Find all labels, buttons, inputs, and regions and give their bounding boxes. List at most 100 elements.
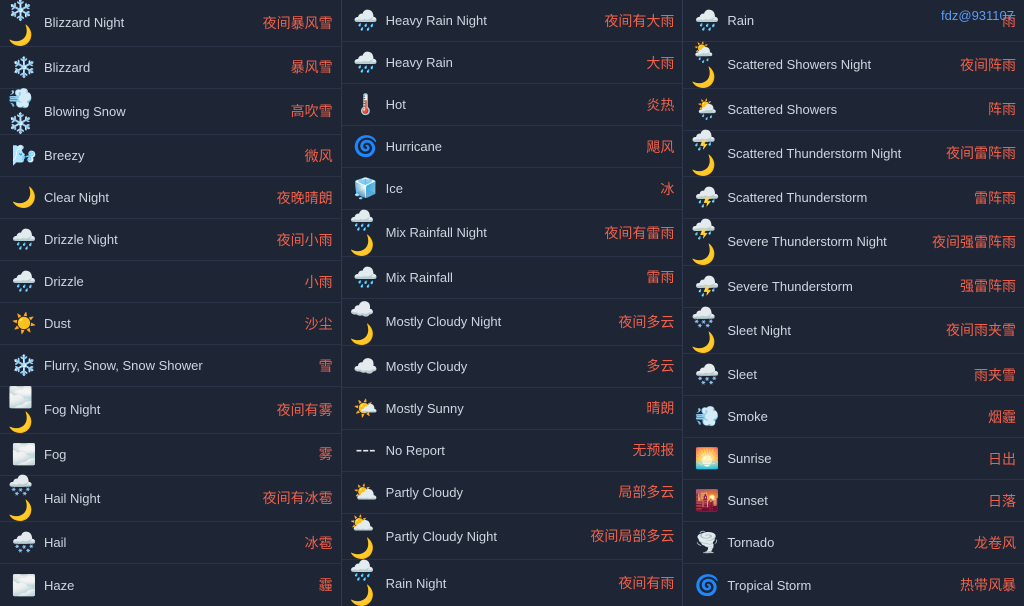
weather-chinese: 夜间雷阵雨 [938, 143, 1016, 163]
weather-icon: 💨 [691, 404, 723, 429]
weather-icon: ☁️ [350, 354, 382, 379]
weather-icon: 🌡️ [350, 92, 382, 117]
weather-icon: 🌤️ [350, 396, 382, 421]
weather-chinese: 雷阵雨 [966, 188, 1016, 208]
weather-item: 🌙Clear Night夜晚晴朗 [0, 177, 341, 219]
weather-chinese: 高吹雪 [283, 101, 333, 121]
weather-icon: 🌧️ [350, 8, 382, 33]
weather-item: 🌨️Sleet雨夹雪 [683, 354, 1024, 396]
weather-name: Heavy Rain [382, 55, 639, 70]
weather-chinese: 雪 [311, 356, 333, 376]
weather-icon: 🧊 [350, 176, 382, 201]
weather-icon: 🌀 [691, 573, 723, 598]
weather-item: 🌀Tropical Storm热带风暴 [683, 564, 1024, 606]
weather-item: ---No Report无预报 [342, 430, 683, 472]
weather-item: ☁️Mostly Cloudy多云 [342, 346, 683, 388]
weather-name: Scattered Showers [723, 102, 980, 117]
weather-chinese: 龙卷风 [966, 533, 1016, 553]
weather-chinese: 阵雨 [980, 99, 1016, 119]
weather-name: Scattered Thunderstorm [723, 190, 966, 205]
weather-item: 🌨️Hail冰雹 [0, 522, 341, 564]
weather-icon: 🌙 [8, 185, 40, 210]
weather-item: ☀️Dust沙尘 [0, 303, 341, 345]
weather-item: 🧊Ice冰 [342, 168, 683, 210]
weather-item: 🌫️Haze霾 [0, 564, 341, 606]
weather-name: Tornado [723, 535, 966, 550]
weather-chinese: 热带风暴 [952, 575, 1016, 595]
weather-icon: ☀️ [8, 311, 40, 336]
weather-name: Blizzard [40, 60, 283, 75]
weather-item: ⛅🌙Partly Cloudy Night夜间局部多云 [342, 514, 683, 561]
weather-chinese: 暴风雪 [283, 57, 333, 77]
weather-icon: ⛅🌙 [350, 511, 382, 561]
weather-name: Tropical Storm [723, 578, 952, 593]
weather-chinese: 夜间阵雨 [952, 55, 1016, 75]
weather-chinese: 无预报 [624, 440, 674, 460]
weather-chinese: 晴朗 [638, 398, 674, 418]
weather-name: Flurry, Snow, Snow Shower [40, 358, 311, 373]
column-1: 🌧️Heavy Rain Night夜间有大雨🌧️Heavy Rain大雨🌡️H… [342, 0, 684, 606]
weather-chinese: 飓风 [638, 137, 674, 157]
weather-item: ⛅Partly Cloudy局部多云 [342, 472, 683, 514]
weather-icon: --- [350, 439, 382, 462]
weather-chinese: 小雨 [297, 272, 333, 292]
weather-icon: ☁️🌙 [350, 297, 382, 347]
weather-chinese: 夜间多云 [610, 312, 674, 332]
weather-chinese: 夜间雨夹雪 [938, 320, 1016, 340]
weather-icon: 💨❄️ [8, 86, 40, 136]
weather-icon: ❄️ [8, 353, 40, 378]
weather-name: Clear Night [40, 190, 269, 205]
weather-chinese: 强雷阵雨 [952, 276, 1016, 296]
weather-item: 🌪️Tornado龙卷风 [683, 522, 1024, 564]
weather-name: Sleet [723, 367, 966, 382]
weather-chinese: 冰雹 [297, 533, 333, 553]
weather-name: Mostly Cloudy Night [382, 314, 611, 329]
weather-name: Severe Thunderstorm Night [723, 234, 924, 249]
weather-name: Rain Night [382, 576, 611, 591]
weather-chinese: 微风 [297, 146, 333, 166]
weather-item: ⛈️Scattered Thunderstorm雷阵雨 [683, 177, 1024, 219]
weather-chinese: 夜晚晴朗 [269, 188, 333, 208]
weather-item: 🌦️Scattered Showers阵雨 [683, 89, 1024, 131]
weather-item: 🌦️🌙Scattered Showers Night夜间阵雨 [683, 42, 1024, 89]
weather-chinese: 夜间有雨 [610, 573, 674, 593]
weather-icon: 🌦️🌙 [691, 40, 723, 90]
weather-item: 🌡️Hot炎热 [342, 84, 683, 126]
weather-chinese: 夜间强雷阵雨 [924, 232, 1016, 252]
weather-item: ❄️🌙Blizzard Night夜间暴风雪 [0, 0, 341, 47]
weather-name: Mostly Sunny [382, 401, 639, 416]
weather-icon: 🌨️🌙 [8, 473, 40, 523]
weather-icon: ❄️🌙 [8, 0, 40, 48]
weather-item: ❄️Blizzard暴风雪 [0, 47, 341, 89]
weather-chinese: 日落 [980, 491, 1016, 511]
weather-chinese: 夜间有大雨 [596, 11, 674, 31]
weather-chinese: 雨夹雪 [966, 365, 1016, 385]
weather-icon: ⛅ [350, 480, 382, 505]
weather-name: Fog Night [40, 402, 269, 417]
weather-item: 🌧️Heavy Rain大雨 [342, 42, 683, 84]
weather-item: ❄️Flurry, Snow, Snow Shower雪 [0, 345, 341, 387]
weather-icon: 🌧️ [691, 8, 723, 33]
weather-icon: 🌦️ [691, 97, 723, 122]
weather-icon: 🌀 [350, 134, 382, 159]
weather-chinese: 雾 [311, 444, 333, 464]
weather-chinese: 夜间有雾 [269, 400, 333, 420]
weather-icon: ⛈️🌙 [691, 128, 723, 178]
weather-item: ⛈️🌙Severe Thunderstorm Night夜间强雷阵雨 [683, 219, 1024, 266]
weather-item: 🌧️Drizzle小雨 [0, 261, 341, 303]
weather-item: 🌅Sunrise日出 [683, 438, 1024, 480]
weather-chinese: 炎热 [638, 95, 674, 115]
column-2: 🌧️Rain雨🌦️🌙Scattered Showers Night夜间阵雨🌦️S… [683, 0, 1024, 606]
weather-item: 🌫️🌙Fog Night夜间有雾 [0, 387, 341, 434]
weather-item: 🌨️🌙Sleet Night夜间雨夹雪 [683, 308, 1024, 355]
weather-chinese: 霾 [311, 575, 333, 595]
weather-icon: 🌨️ [8, 530, 40, 555]
weather-name: Fog [40, 447, 311, 462]
weather-item: 🌫️Fog雾 [0, 434, 341, 476]
weather-icon: 🌫️🌙 [8, 385, 40, 435]
weather-item: 🌧️Drizzle Night夜间小雨 [0, 219, 341, 261]
weather-name: Scattered Thunderstorm Night [723, 146, 938, 161]
weather-icon: ⛈️ [691, 274, 723, 299]
weather-chinese: 日出 [980, 449, 1016, 469]
weather-name: Sleet Night [723, 323, 938, 338]
